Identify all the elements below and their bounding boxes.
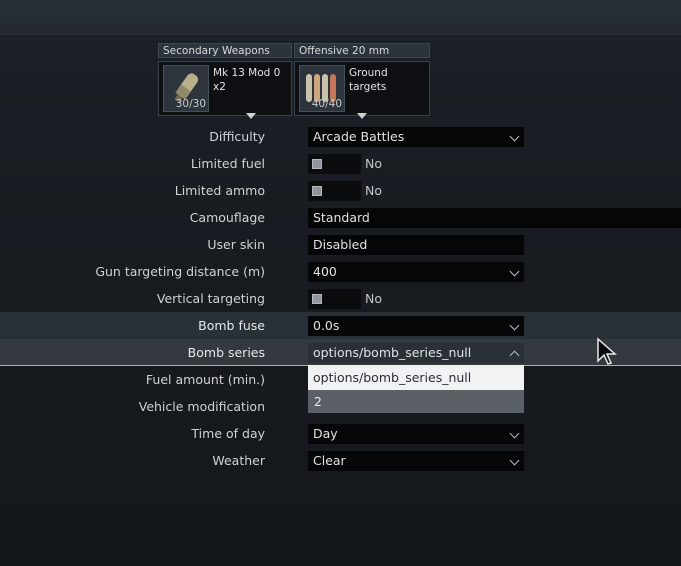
weather-select[interactable]: Clear [308, 451, 524, 471]
difficulty-select[interactable]: Arcade Battles [308, 127, 524, 147]
gun-targeting-label: Gun targeting distance (m) [95, 264, 265, 279]
limited-ammo-row: Limited ammo No [0, 177, 681, 204]
fuel-amount-label: Fuel amount (min.) [145, 372, 265, 387]
top-bar [0, 0, 681, 35]
ammo-belt-icon: 40/40 [299, 65, 345, 112]
user-skin-label: User skin [207, 237, 265, 252]
camouflage-label: Camouflage [189, 210, 265, 225]
offensive-slot-dropdown-icon[interactable] [357, 113, 367, 119]
secondary-slot-dropdown-icon[interactable] [246, 113, 256, 119]
secondary-weapon-name: Mk 13 Mod 0 x2 [213, 67, 281, 93]
mouse-cursor-icon [597, 337, 617, 365]
gun-targeting-select[interactable]: 400 [308, 262, 524, 282]
toggle-knob [312, 159, 322, 169]
chevron-down-icon [509, 455, 520, 466]
limited-fuel-row: Limited fuel No [0, 150, 681, 177]
bomb-series-dropdown-list: options/bomb_series_null 2 [308, 365, 524, 413]
chevron-down-icon [509, 428, 520, 439]
difficulty-row: Difficulty Arcade Battles [0, 123, 681, 150]
limited-fuel-label: Limited fuel [190, 156, 265, 171]
camouflage-row: Camouflage Standard [0, 204, 681, 231]
vertical-targeting-row: Vertical targeting No [0, 285, 681, 312]
chevron-down-icon [509, 266, 520, 277]
vertical-targeting-value: No [365, 291, 382, 306]
chevron-down-icon [509, 320, 520, 331]
chevron-down-icon [509, 131, 520, 142]
bomb-series-option[interactable]: options/bomb_series_null [308, 365, 524, 390]
limited-ammo-label: Limited ammo [174, 183, 265, 198]
limited-ammo-value: No [365, 183, 382, 198]
offensive-weapon-name: Ground targets [349, 67, 388, 93]
time-of-day-select[interactable]: Day [308, 424, 524, 444]
secondary-weapons-header: Secondary Weapons [158, 43, 292, 58]
secondary-weapon-slot[interactable]: 30/30 Mk 13 Mod 0 x2 [158, 61, 292, 116]
offensive-ammo-count: 40/40 [311, 98, 342, 110]
weather-label: Weather [212, 453, 265, 468]
user-skin-row: User skin Disabled [0, 231, 681, 258]
limited-fuel-toggle[interactable] [308, 154, 361, 174]
vehicle-modification-label: Vehicle modification [138, 399, 265, 414]
weather-row: Weather Clear [0, 447, 681, 474]
vertical-targeting-toggle[interactable] [308, 289, 361, 309]
toggle-knob [312, 186, 322, 196]
offensive-weapons-header: Offensive 20 mm [294, 43, 430, 58]
time-of-day-row: Time of day Day [0, 420, 681, 447]
chevron-up-icon [509, 350, 520, 361]
bomb-fuse-select[interactable]: 0.0s [308, 316, 524, 336]
limited-ammo-toggle[interactable] [308, 181, 361, 201]
user-skin-select[interactable]: Disabled [308, 235, 524, 255]
vertical-targeting-label: Vertical targeting [156, 291, 265, 306]
limited-fuel-value: No [365, 156, 382, 171]
difficulty-label: Difficulty [209, 129, 265, 144]
bomb-series-label: Bomb series [187, 345, 265, 360]
bomb-series-row: Bomb series options/bomb_series_null [0, 339, 681, 366]
torpedo-icon: 30/30 [163, 65, 209, 112]
offensive-weapon-slot[interactable]: 40/40 Ground targets [294, 61, 430, 116]
secondary-ammo-count: 30/30 [175, 98, 206, 110]
toggle-knob [312, 294, 322, 304]
camouflage-select[interactable]: Standard [308, 208, 681, 228]
bomb-fuse-row: Bomb fuse 0.0s [0, 312, 681, 339]
time-of-day-label: Time of day [191, 426, 265, 441]
gun-targeting-row: Gun targeting distance (m) 400 [0, 258, 681, 285]
bomb-series-option[interactable]: 2 [308, 390, 524, 413]
bomb-series-select[interactable]: options/bomb_series_null [308, 343, 524, 363]
bomb-fuse-label: Bomb fuse [198, 318, 265, 333]
